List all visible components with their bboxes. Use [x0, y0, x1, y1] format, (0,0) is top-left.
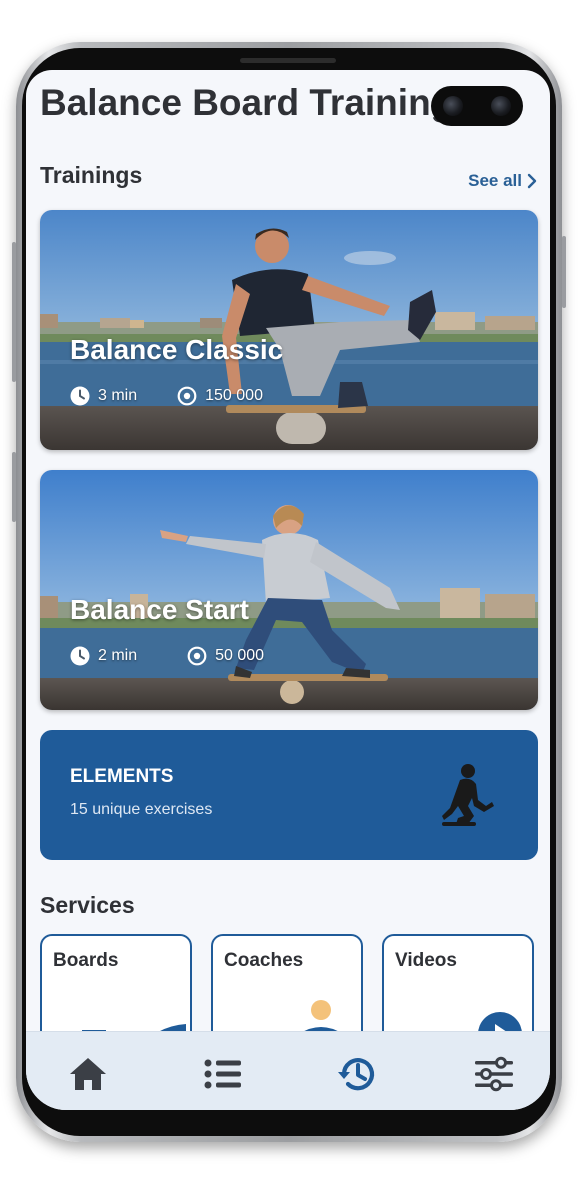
bottom-navigation	[26, 1031, 550, 1110]
clock-icon	[70, 646, 90, 666]
count-value: 50 000	[215, 647, 265, 664]
training-photo	[40, 210, 538, 450]
camera-lens-icon	[443, 96, 463, 116]
see-all-label: See all	[468, 171, 522, 190]
training-duration: 3 min	[70, 386, 137, 406]
training-name: Balance Start	[70, 594, 249, 625]
training-count: 150 000	[177, 386, 263, 406]
elements-title: ELEMENTS	[70, 766, 174, 787]
earpiece-speaker	[240, 58, 336, 63]
target-icon	[187, 646, 207, 666]
training-card-balance-classic[interactable]: Balance Classic 3 min 150 000	[40, 210, 538, 450]
elements-subtitle: 15 unique exercises	[70, 801, 213, 818]
nav-settings-button[interactable]	[472, 1052, 516, 1096]
training-count: 50 000	[187, 646, 264, 666]
squatting-athlete-icon	[442, 764, 494, 826]
training-card-balance-start[interactable]: Balance Start 2 min 50 000	[40, 470, 538, 710]
nav-list-button[interactable]	[201, 1052, 245, 1096]
side-key	[12, 452, 16, 522]
nav-history-button[interactable]	[336, 1052, 380, 1096]
duration-value: 2 min	[98, 647, 138, 664]
duration-value: 3 min	[98, 387, 138, 404]
services-heading: Services	[40, 892, 135, 918]
power-button	[562, 236, 566, 308]
target-icon	[177, 386, 197, 406]
training-duration: 2 min	[70, 646, 137, 666]
settings-sliders-icon	[475, 1056, 513, 1092]
chevron-right-icon	[527, 173, 537, 189]
service-label: Boards	[53, 950, 119, 971]
page-title: Balance Board Training	[40, 82, 454, 123]
elements-card[interactable]: ELEMENTS 15 unique exercises	[40, 730, 538, 860]
count-value: 150 000	[205, 387, 263, 404]
service-label: Coaches	[224, 950, 304, 971]
screen: Balance Board Training Trainings See all	[26, 70, 550, 1110]
training-name: Balance Classic	[70, 334, 284, 365]
front-camera	[431, 86, 523, 126]
list-icon	[204, 1059, 241, 1089]
history-icon	[338, 1058, 375, 1091]
training-meta: 3 min 150 000	[70, 386, 263, 406]
service-label: Videos	[395, 950, 457, 971]
see-all-link[interactable]: See all	[468, 171, 538, 191]
clock-icon	[70, 386, 90, 406]
trainings-heading: Trainings	[40, 162, 143, 188]
training-photo	[40, 470, 538, 710]
training-meta: 2 min 50 000	[70, 646, 264, 666]
camera-lens-icon	[491, 96, 511, 116]
volume-button	[12, 242, 16, 382]
home-icon	[70, 1058, 106, 1090]
nav-home-button[interactable]	[66, 1052, 110, 1096]
